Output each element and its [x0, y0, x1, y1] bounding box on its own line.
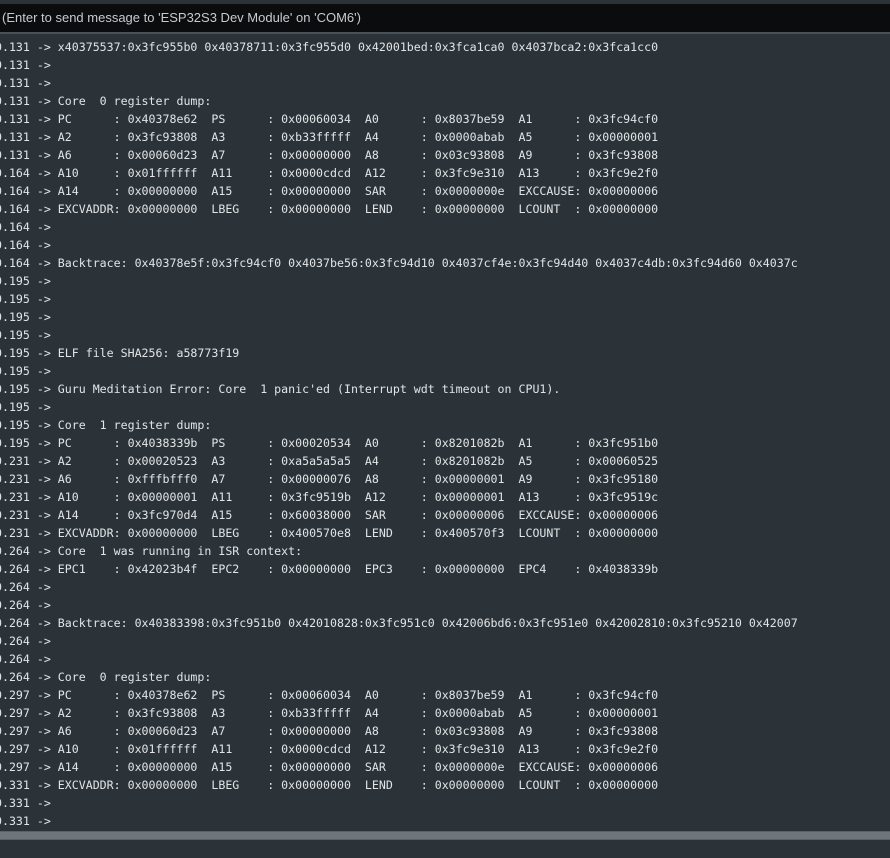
log-line: 10.164 -> [0, 238, 51, 252]
log-line: 10.331 -> EXCVADDR: 0x00000000 LBEG : 0x… [0, 778, 659, 792]
log-line: 10.131 -> [0, 76, 51, 90]
horizontal-scrollbar-thumb[interactable] [0, 832, 890, 839]
log-line: 10.195 -> [0, 274, 51, 288]
log-line: 10.131 -> A2 : 0x3fc93808 A3 : 0xb33ffff… [0, 130, 659, 144]
log-line: 10.264 -> [0, 580, 51, 594]
log-line: 10.195 -> ELF file SHA256: a58773f19 [0, 346, 240, 360]
log-line: 10.297 -> PC : 0x40378e62 PS : 0x0006003… [0, 688, 659, 702]
log-line: 10.331 -> [0, 796, 51, 810]
log-line: 10.195 -> PC : 0x4038339b PS : 0x0002053… [0, 436, 659, 450]
log-line: 10.297 -> A2 : 0x3fc93808 A3 : 0xb33ffff… [0, 706, 659, 720]
status-area [0, 840, 890, 858]
log-line: 10.195 -> [0, 400, 51, 414]
log-line: 10.195 -> [0, 328, 51, 342]
log-line: 10.131 -> Core 0 register dump: [0, 94, 212, 108]
log-line: 10.264 -> EPC1 : 0x42023b4f EPC2 : 0x000… [0, 562, 659, 576]
log-line: 10.131 -> PC : 0x40378e62 PS : 0x0006003… [0, 112, 659, 126]
log-line: 10.297 -> A6 : 0x00060d23 A7 : 0x0000000… [0, 724, 659, 738]
log-line: 10.164 -> EXCVADDR: 0x00000000 LBEG : 0x… [0, 202, 659, 216]
log-line: 10.195 -> Guru Meditation Error: Core 1 … [0, 382, 561, 396]
log-line: 10.264 -> Backtrace: 0x40383398:0x3fc951… [0, 616, 798, 630]
log-line: 10.231 -> A14 : 0x3fc970d4 A15 : 0x60038… [0, 508, 659, 522]
log-line: 10.131 -> [0, 58, 51, 72]
log-line: 10.331 -> [0, 814, 51, 828]
log-line: 10.131 -> A6 : 0x00060d23 A7 : 0x0000000… [0, 148, 659, 162]
log-line: 10.264 -> Core 1 was running in ISR cont… [0, 544, 303, 558]
log-line: 10.264 -> [0, 598, 51, 612]
log-line: 10.195 -> [0, 292, 51, 306]
log-line: 10.231 -> A2 : 0x00020523 A3 : 0xa5a5a5a… [0, 454, 659, 468]
log-line: 10.264 -> Core 0 register dump: [0, 670, 212, 684]
log-line: 10.297 -> A10 : 0x01ffffff A11 : 0x0000c… [0, 742, 659, 756]
log-line: 10.231 -> A10 : 0x00000001 A11 : 0x3fc95… [0, 490, 659, 504]
log-line: 10.264 -> [0, 634, 51, 648]
serial-message-input[interactable]: (Enter to send message to 'ESP32S3 Dev M… [0, 4, 890, 32]
log-line: 10.195 -> [0, 364, 51, 378]
log-line: 10.195 -> Core 1 register dump: [0, 418, 212, 432]
horizontal-scrollbar[interactable] [0, 831, 890, 840]
log-line: 10.195 -> [0, 310, 51, 324]
log-line: 10.164 -> Backtrace: 0x40378e5f:0x3fc94c… [0, 256, 798, 270]
serial-monitor-output[interactable]: 10.131 -> x40375537:0x3fc955b0 0x4037871… [0, 34, 890, 831]
log-line: 10.297 -> A14 : 0x00000000 A15 : 0x00000… [0, 760, 659, 774]
log-line: 10.231 -> A6 : 0xfffbfff0 A7 : 0x0000007… [0, 472, 659, 486]
log-line: 10.164 -> [0, 220, 51, 234]
log-line: 10.231 -> EXCVADDR: 0x00000000 LBEG : 0x… [0, 526, 659, 540]
log-line: 10.164 -> A10 : 0x01ffffff A11 : 0x0000c… [0, 166, 659, 180]
log-line: 10.164 -> A14 : 0x00000000 A15 : 0x00000… [0, 184, 659, 198]
log-line: 10.131 -> x40375537:0x3fc955b0 0x4037871… [0, 40, 659, 54]
log-line: 10.264 -> [0, 652, 51, 666]
serial-log: 10.131 -> x40375537:0x3fc955b0 0x4037871… [0, 38, 798, 830]
